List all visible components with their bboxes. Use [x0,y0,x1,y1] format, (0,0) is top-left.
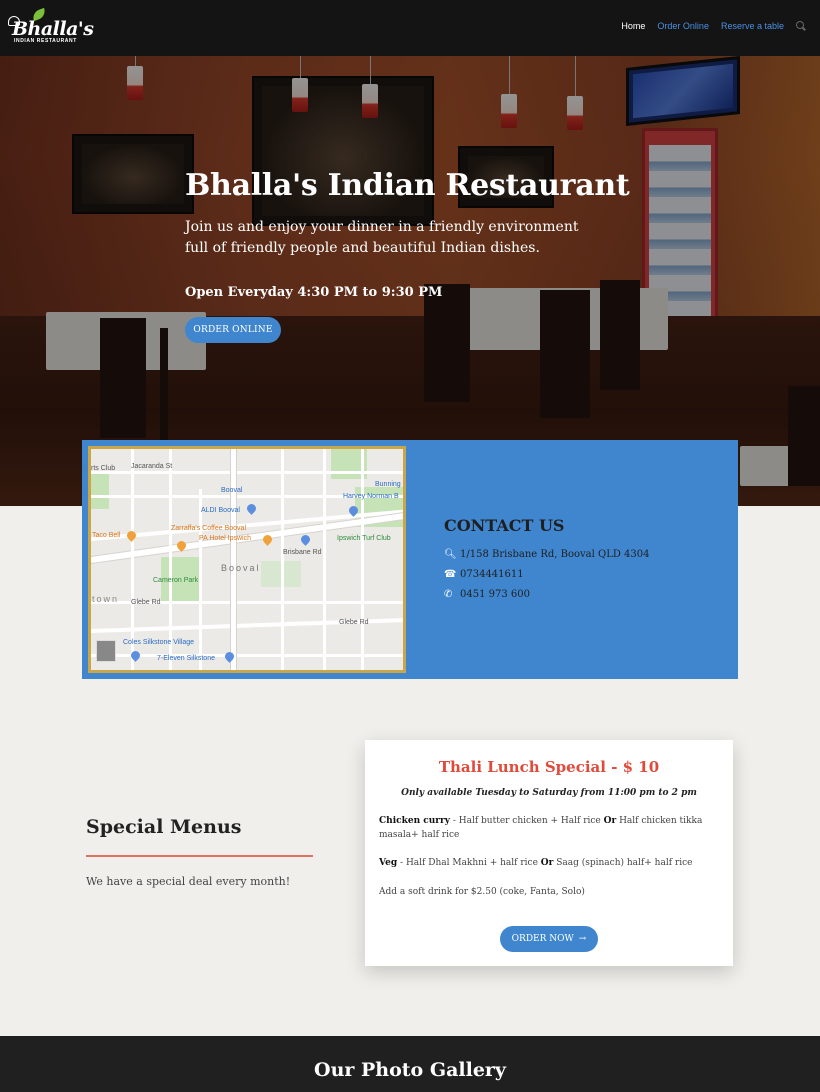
contact-phone-2: ✆ 0451 973 600 [444,588,530,600]
nav-reserve-table[interactable]: Reserve a table [721,21,784,31]
opening-hours: Open Everyday 4:30 PM to 9:30 PM [185,285,443,300]
contact-address: 🔍︎ 1/158 Brisbane Rd, Booval QLD 4304 [444,548,650,560]
thali-special-card: Thali Lunch Special - $ 10 Only availabl… [365,740,733,966]
order-now-button[interactable]: ORDER NOW → [500,926,598,952]
special-menus-text: We have a special deal every month! [86,875,291,888]
search-icon[interactable] [796,21,806,31]
order-online-button[interactable]: ORDER ONLINE [185,317,281,343]
nav-menu: Home Order Online Reserve a table [621,21,806,31]
contact-phone-1: ☎ 0734441611 [444,568,524,580]
phone-fax-icon: ☎ [444,568,457,580]
aldi-pin-icon [245,502,258,515]
special-menus-title: Special Menus [86,816,242,838]
street-view-pegman-icon[interactable] [96,640,116,662]
logo[interactable]: Bhalla's INDIAN RESTAURANT [8,7,94,48]
divider [86,855,313,857]
hero-title: Bhalla's Indian Restaurant [185,168,630,203]
location-search-icon: 🔍︎ [444,548,457,560]
google-map[interactable]: rts Club Jacaranda St Booval ALDI Booval… [88,446,406,673]
logo-name: Bhalla's [12,18,94,40]
nav-home[interactable]: Home [621,21,645,31]
arrow-right-icon: → [578,934,587,944]
nav-order-online[interactable]: Order Online [657,21,709,31]
school-pin-icon [299,533,312,546]
veg-option: Veg - Half Dhal Makhni + half rice Or Sa… [379,858,693,868]
card-availability: Only available Tuesday to Saturday from … [401,788,697,798]
contact-section: rts Club Jacaranda St Booval ALDI Booval… [82,440,738,679]
logo-subtitle: INDIAN RESTAURANT [14,38,77,44]
card-title: Thali Lunch Special - $ 10 [438,758,660,776]
chicken-curry-option: Chicken curry - Half butter chicken + Ha… [379,816,703,840]
hero-section: Bhalla's Indian Restaurant Join us and e… [0,56,820,506]
hero-subtitle: Join us and enjoy your dinner in a frien… [185,219,579,256]
soft-drink-note: Add a soft drink for $2.50 (coke, Fanta,… [379,887,585,897]
taco-bell-pin-icon [125,529,138,542]
top-navbar: Bhalla's INDIAN RESTAURANT Home Order On… [0,0,820,56]
contact-title: CONTACT US [444,516,565,535]
gallery-title: Our Photo Gallery [314,1059,506,1081]
phone-icon: ✆ [444,588,453,600]
photo-gallery-section: Our Photo Gallery [0,1036,820,1092]
